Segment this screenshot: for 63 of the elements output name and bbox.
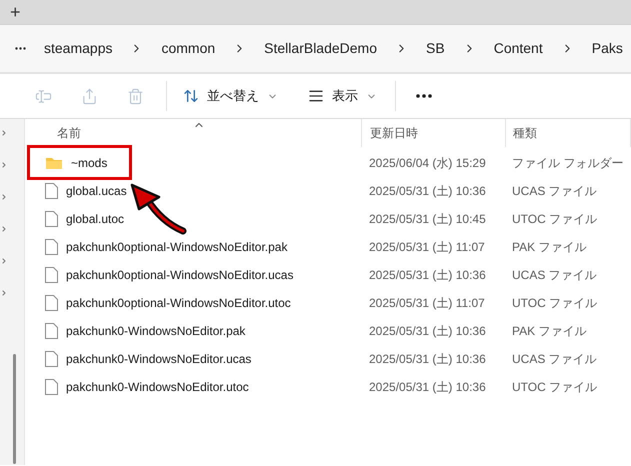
- expand-icon[interactable]: [0, 161, 8, 169]
- file-icon: [45, 183, 58, 199]
- more-icon[interactable]: [15, 47, 26, 50]
- breadcrumb-item[interactable]: SB: [426, 38, 445, 59]
- view-button[interactable]: 表示: [300, 81, 385, 111]
- date-cell-text: 2025/06/04 (水) 15:29: [368, 155, 487, 172]
- date-cell-text: 2025/05/31 (土) 10:36: [368, 183, 487, 200]
- file-name-cell[interactable]: pakchunk0optional-WindowsNoEditor.utoc: [25, 294, 361, 312]
- file-icon: [45, 211, 58, 227]
- expand-icon[interactable]: [0, 289, 8, 297]
- lines-icon: [308, 88, 324, 104]
- date-cell-text: 2025/05/31 (土) 11:07: [368, 239, 486, 256]
- trash-icon: [126, 88, 144, 104]
- breadcrumb-item[interactable]: StellarBladeDemo: [264, 38, 378, 59]
- date-cell-text: 2025/05/31 (土) 10:45: [368, 211, 487, 228]
- file-icon: [45, 351, 58, 367]
- file-icon: [45, 267, 58, 283]
- column-header[interactable]: 種類: [505, 119, 631, 147]
- type-cell-text: ファイル フォルダー: [511, 155, 624, 172]
- breadcrumb-item[interactable]: Paks: [592, 38, 623, 59]
- type-cell-text: UCAS ファイル: [511, 183, 597, 200]
- type-cell-text: UCAS ファイル: [511, 351, 597, 368]
- type-cell-text: UTOC ファイル: [511, 379, 598, 396]
- date-cell-text: 2025/05/31 (土) 10:36: [368, 351, 487, 368]
- folder-icon: [45, 156, 63, 170]
- file-name-cell[interactable]: pakchunk0-WindowsNoEditor.utoc: [25, 378, 361, 396]
- file-name-cell[interactable]: pakchunk0optional-WindowsNoEditor.ucas: [25, 266, 361, 284]
- expand-icon[interactable]: [0, 257, 8, 265]
- expand-icon[interactable]: [0, 193, 8, 201]
- breadcrumb-item[interactable]: Content: [494, 38, 543, 59]
- sort-button[interactable]: 並べ替え: [175, 81, 286, 111]
- file-icon: [45, 379, 58, 395]
- file-name-cell[interactable]: pakchunk0-WindowsNoEditor.ucas: [25, 350, 361, 368]
- date-cell-text: 2025/05/31 (土) 10:36: [368, 379, 487, 396]
- date-cell-text: 2025/05/31 (土) 11:07: [368, 295, 486, 312]
- breadcrumb-item[interactable]: steamapps: [44, 38, 112, 59]
- expand-icon[interactable]: [0, 225, 8, 233]
- type-cell-text: UCAS ファイル: [511, 267, 597, 284]
- type-cell-text: UTOC ファイル: [511, 295, 598, 312]
- file-name-cell[interactable]: pakchunk0optional-WindowsNoEditor.pak: [25, 238, 361, 256]
- file-name-cell[interactable]: pakchunk0-WindowsNoEditor.pak: [25, 322, 361, 340]
- file-icon: [45, 323, 58, 339]
- file-name-cell[interactable]: global.ucas: [25, 182, 361, 200]
- file-name-cell[interactable]: ~mods: [25, 154, 361, 172]
- date-cell-text: 2025/05/31 (土) 10:36: [368, 323, 487, 340]
- curved-arrow-drawing: [129, 183, 187, 235]
- column-header[interactable]: 名前: [25, 119, 361, 147]
- share-icon: [80, 88, 98, 104]
- text-cursor-icon: [34, 88, 52, 104]
- sort-icon: [183, 88, 199, 104]
- type-cell-text: UTOC ファイル: [511, 211, 598, 228]
- scrollbar-thumb[interactable]: [13, 354, 16, 464]
- type-cell-text: PAK ファイル: [511, 323, 586, 340]
- new-tab-button[interactable]: +: [6, 3, 25, 21]
- date-cell-text: 2025/05/31 (土) 10:36: [368, 267, 487, 284]
- file-icon: [45, 239, 58, 255]
- file-icon: [45, 295, 58, 311]
- breadcrumb-item[interactable]: common: [161, 38, 216, 59]
- file-name-cell[interactable]: global.utoc: [25, 210, 361, 228]
- type-cell-text: PAK ファイル: [511, 239, 586, 256]
- expand-icon[interactable]: [0, 129, 8, 137]
- column-header[interactable]: 更新日時: [361, 119, 505, 147]
- more-icon: [416, 94, 432, 98]
